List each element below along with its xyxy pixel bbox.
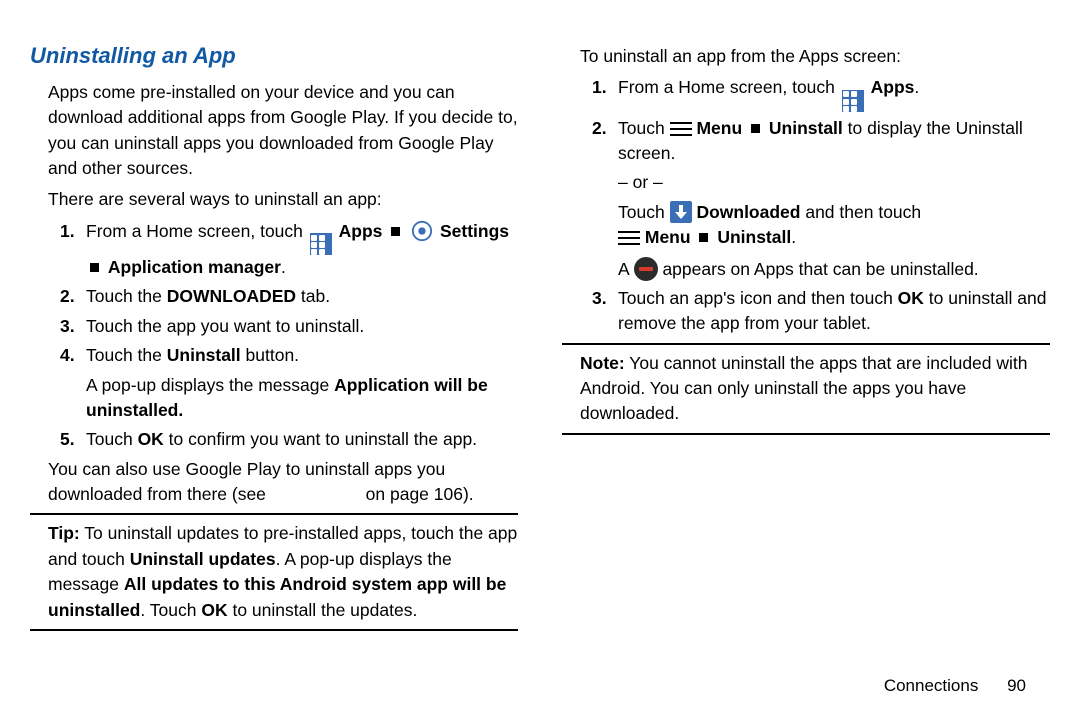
note-label: Note: xyxy=(580,353,625,373)
alt-text: and then touch xyxy=(805,202,921,222)
alt-text: Touch xyxy=(618,202,670,222)
right-column: To uninstall an app from the Apps screen… xyxy=(562,30,1050,637)
left-step-4: 4. Touch the Uninstall button. A pop-up … xyxy=(60,343,518,423)
page-footer: Connections 90 xyxy=(884,676,1026,696)
divider xyxy=(562,433,1050,435)
app-manager-label: Application manager xyxy=(108,257,281,277)
gplay-paragraph: You can also use Google Play to uninstal… xyxy=(48,457,518,508)
menu-label: Menu xyxy=(645,227,696,247)
step-text: Touch xyxy=(86,429,138,449)
appears-b: appears on Apps that can be uninstalled. xyxy=(662,259,978,279)
step-number: 4. xyxy=(60,343,75,368)
step-number: 1. xyxy=(592,75,607,100)
section-heading: Uninstalling an App xyxy=(30,40,518,72)
right-steps: 1. From a Home screen, touch Apps. 2. To… xyxy=(592,75,1050,336)
downloaded-tab-label: DOWNLOADED xyxy=(167,286,296,306)
divider xyxy=(30,629,518,631)
gplay-text-b: on page 106). xyxy=(366,484,474,504)
intro-paragraph-2: There are several ways to uninstall an a… xyxy=(48,187,518,212)
appears-a: A xyxy=(618,259,634,279)
period: . xyxy=(914,77,919,97)
right-step-1: 1. From a Home screen, touch Apps. xyxy=(592,75,1050,111)
note-text: You cannot uninstall the apps that are i… xyxy=(580,353,1028,424)
divider xyxy=(30,513,518,515)
period: . xyxy=(281,257,286,277)
left-step-3: 3. Touch the app you want to uninstall. xyxy=(60,314,518,339)
ok-label: OK xyxy=(898,288,924,308)
ok-label: OK xyxy=(138,429,164,449)
remove-icon xyxy=(634,257,658,281)
arrow-icon xyxy=(699,233,708,242)
step-text: Touch the app you want to uninstall. xyxy=(86,316,364,336)
or-line: – or – xyxy=(618,170,1050,195)
period: . xyxy=(791,227,796,247)
menu-icon xyxy=(618,231,640,245)
right-intro: To uninstall an app from the Apps screen… xyxy=(580,44,1050,69)
step-text: From a Home screen, touch xyxy=(618,77,840,97)
divider xyxy=(562,343,1050,345)
apps-label: Apps xyxy=(339,221,388,241)
note-text: A pop-up displays the message xyxy=(86,375,334,395)
uninstall-updates-label: Uninstall updates xyxy=(130,549,276,569)
arrow-icon xyxy=(751,124,760,133)
download-icon xyxy=(670,201,692,223)
menu-icon xyxy=(670,122,692,136)
step-number: 3. xyxy=(592,286,607,311)
footer-section: Connections xyxy=(884,676,979,695)
tip-text: . Touch xyxy=(140,600,201,620)
tip-label: Tip: xyxy=(48,523,80,543)
footer-page-number: 90 xyxy=(1007,676,1026,695)
step-text: Touch xyxy=(618,118,670,138)
tip-text: to uninstall the updates. xyxy=(228,600,418,620)
step-number: 5. xyxy=(60,427,75,452)
settings-label: Settings xyxy=(440,221,509,241)
apps-icon xyxy=(842,90,864,112)
arrow-icon xyxy=(90,263,99,272)
downloaded-label: Downloaded xyxy=(696,202,800,222)
step4-note: A pop-up displays the message Applicatio… xyxy=(86,373,518,424)
tip-paragraph: Tip: To uninstall updates to pre-install… xyxy=(48,521,518,623)
step-number: 2. xyxy=(60,284,75,309)
uninstall-label: Uninstall xyxy=(769,118,843,138)
step-text: to confirm you want to uninstall the app… xyxy=(164,429,477,449)
apps-label: Apps xyxy=(871,77,915,97)
page: Uninstalling an App Apps come pre-instal… xyxy=(0,0,1080,637)
intro-paragraph: Apps come pre-installed on your device a… xyxy=(48,80,518,182)
uninstall-label: Uninstall xyxy=(717,227,791,247)
step-number: 2. xyxy=(592,116,607,141)
step-text: Touch the xyxy=(86,286,167,306)
uninstall-button-label: Uninstall xyxy=(167,345,241,365)
arrow-icon xyxy=(391,227,400,236)
apps-icon xyxy=(310,233,332,255)
left-step-2: 2. Touch the DOWNLOADED tab. xyxy=(60,284,518,309)
right-step-3: 3. Touch an app's icon and then touch OK… xyxy=(592,286,1050,337)
left-steps: 1. From a Home screen, touch Apps Settin… xyxy=(60,219,518,453)
left-column: Uninstalling an App Apps come pre-instal… xyxy=(30,30,518,637)
left-step-1: 1. From a Home screen, touch Apps Settin… xyxy=(60,219,518,281)
note-paragraph: Note: You cannot uninstall the apps that… xyxy=(580,351,1050,427)
step-text: Touch an app's icon and then touch xyxy=(618,288,898,308)
step-text: button. xyxy=(241,345,299,365)
menu-label: Menu xyxy=(696,118,747,138)
step-text: Touch the xyxy=(86,345,167,365)
right-step-2: 2. Touch Menu Uninstall to display the U… xyxy=(592,116,1050,282)
left-step-5: 5. Touch OK to confirm you want to unins… xyxy=(60,427,518,452)
alt-line: Touch Downloaded and then touch Menu Uni… xyxy=(618,200,1050,251)
settings-icon xyxy=(411,220,433,242)
appears-line: A appears on Apps that can be uninstalle… xyxy=(618,257,1050,282)
step-number: 3. xyxy=(60,314,75,339)
step-text: tab. xyxy=(296,286,330,306)
step-text: From a Home screen, touch xyxy=(86,221,308,241)
step-number: 1. xyxy=(60,219,75,244)
ok-label: OK xyxy=(201,600,227,620)
